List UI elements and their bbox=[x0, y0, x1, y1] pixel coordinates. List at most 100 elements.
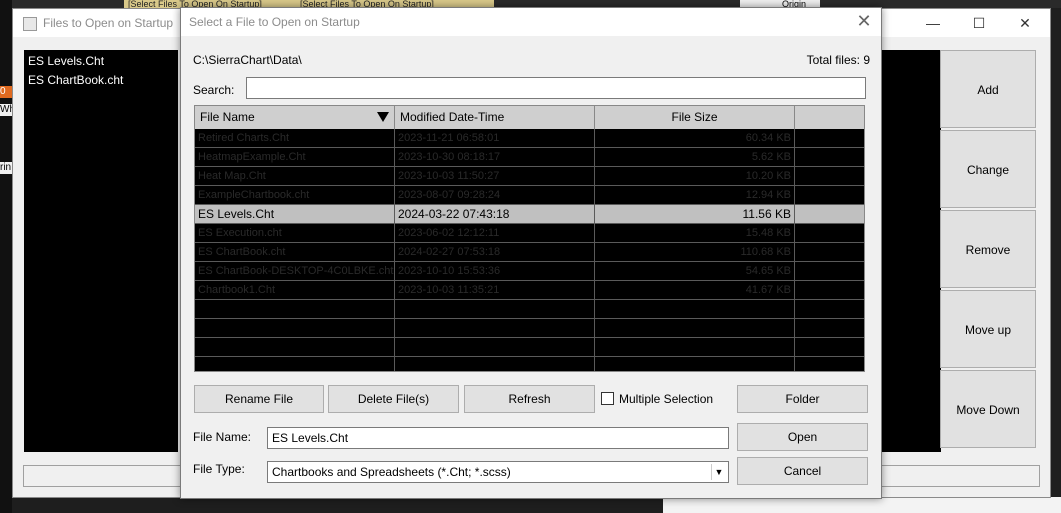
list-item[interactable]: ES ChartBook.cht bbox=[28, 73, 123, 87]
open-button[interactable]: Open bbox=[737, 423, 868, 451]
column-header-size[interactable]: File Size bbox=[595, 106, 795, 129]
app-icon bbox=[23, 17, 37, 31]
file-size-cell: 12.94 KB bbox=[595, 186, 795, 204]
add-button-label: Add bbox=[977, 83, 999, 97]
table-row[interactable]: ES Levels.Cht 2024-03-22 07:43:18 11.56 KB bbox=[195, 205, 864, 224]
multiple-selection-label[interactable]: Multiple Selection bbox=[619, 392, 713, 406]
blank-cell bbox=[795, 205, 864, 223]
file-size-cell: 15.48 KB bbox=[595, 224, 795, 242]
modified-cell: 2023-06-02 12:12:11 bbox=[395, 224, 595, 242]
add-button[interactable]: Add bbox=[940, 50, 1036, 128]
remove-button[interactable]: Remove bbox=[940, 210, 1036, 288]
file-type-value: Chartbooks and Spreadsheets (*.Cht; *.sc… bbox=[272, 465, 511, 479]
file-size-cell bbox=[595, 319, 795, 337]
close-icon[interactable]: ✕ bbox=[1002, 9, 1048, 37]
background-bottom-strip bbox=[663, 497, 1061, 513]
search-label: Search: bbox=[193, 83, 235, 97]
file-name-cell: HeatmapExample.Cht bbox=[195, 148, 395, 166]
move-up-button[interactable]: Move up bbox=[940, 290, 1036, 368]
file-size-cell: 10.20 KB bbox=[595, 167, 795, 185]
refresh-button[interactable]: Refresh bbox=[464, 385, 595, 413]
blank-cell bbox=[795, 262, 864, 280]
blank-cell bbox=[795, 300, 864, 318]
file-size-cell: 5.62 KB bbox=[595, 148, 795, 166]
file-size-cell: 54.65 KB bbox=[595, 262, 795, 280]
blank-cell bbox=[795, 281, 864, 299]
rename-file-button[interactable]: Rename File bbox=[194, 385, 324, 413]
table-row[interactable]: ES Execution.cht 2023-06-02 12:12:11 15.48… bbox=[195, 224, 864, 243]
column-header-modified[interactable]: Modified Date-Time bbox=[395, 106, 595, 129]
blank-cell bbox=[795, 243, 864, 261]
file-name-cell: Heat Map.Cht bbox=[195, 167, 395, 185]
blank-cell bbox=[795, 319, 864, 337]
close-icon[interactable]: ✕ bbox=[855, 12, 873, 30]
file-size-cell: 110.68 KB bbox=[595, 243, 795, 261]
table-row[interactable]: Chartbook1.Cht 2023-10-03 11:35:21 41.67 K… bbox=[195, 281, 864, 300]
file-name-cell: ES Levels.Cht bbox=[195, 205, 395, 223]
table-row[interactable]: ExampleChartbook.cht 2023-08-07 09:28:24 1… bbox=[195, 186, 864, 205]
empty-row bbox=[195, 357, 864, 371]
modified-cell: 2023-11-21 06:58:01 bbox=[395, 129, 595, 147]
sort-descending-icon[interactable] bbox=[377, 112, 389, 122]
background-left-edge bbox=[0, 0, 12, 513]
file-size-cell: 41.67 KB bbox=[595, 281, 795, 299]
table-row[interactable]: Retired Charts.Cht 2023-11-21 06:58:01 60.… bbox=[195, 129, 864, 148]
blank-cell bbox=[795, 129, 864, 147]
empty-row bbox=[195, 319, 864, 338]
modified-cell bbox=[395, 338, 595, 356]
folder-button[interactable]: Folder bbox=[737, 385, 868, 413]
background-left-chip: rin bbox=[0, 162, 12, 174]
cancel-button[interactable]: Cancel bbox=[737, 457, 868, 485]
startup-files-list[interactable]: ES Levels.Cht ES ChartBook.cht bbox=[24, 50, 178, 452]
list-item[interactable]: ES Levels.Cht bbox=[28, 54, 104, 68]
modified-cell: 2023-10-30 08:18:17 bbox=[395, 148, 595, 166]
move-down-button-label: Move Down bbox=[956, 403, 1020, 417]
file-name-cell: ES Execution.cht bbox=[195, 224, 395, 242]
table-row[interactable]: HeatmapExample.Cht 2023-10-30 08:18:17 5.6… bbox=[195, 148, 864, 167]
column-header-file-name[interactable]: File Name bbox=[195, 106, 395, 129]
file-type-label: File Type: bbox=[193, 462, 245, 476]
table-row[interactable]: ES ChartBook.cht 2024-02-27 07:53:18 110.6… bbox=[195, 243, 864, 262]
table-row[interactable]: Heat Map.Cht 2023-10-03 11:50:27 10.20 KB bbox=[195, 167, 864, 186]
file-size-cell: 60.34 KB bbox=[595, 129, 795, 147]
file-name-cell: ES ChartBook.cht bbox=[195, 243, 395, 261]
move-up-button-label: Move up bbox=[964, 323, 1012, 337]
delete-files-button[interactable]: Delete File(s) bbox=[328, 385, 459, 413]
file-name-cell bbox=[195, 300, 395, 318]
grid-header: File Name Modified Date-Time File Size bbox=[195, 106, 864, 129]
file-name-cell bbox=[195, 319, 395, 337]
file-name-cell: Chartbook1.Cht bbox=[195, 281, 395, 299]
file-size-cell bbox=[595, 338, 795, 356]
chevron-down-icon[interactable]: ▼ bbox=[711, 464, 726, 480]
blank-cell bbox=[795, 224, 864, 242]
modified-cell: 2024-02-27 07:53:18 bbox=[395, 243, 595, 261]
search-input[interactable] bbox=[246, 77, 866, 99]
maximize-icon[interactable]: ☐ bbox=[956, 9, 1002, 37]
empty-row bbox=[195, 300, 864, 319]
modified-cell bbox=[395, 319, 595, 337]
move-down-button[interactable]: Move Down bbox=[940, 370, 1036, 448]
blank-cell bbox=[795, 148, 864, 166]
file-name-cell: Retired Charts.Cht bbox=[195, 129, 395, 147]
minimize-icon[interactable]: — bbox=[910, 9, 956, 37]
file-type-select[interactable]: Chartbooks and Spreadsheets (*.Cht; *.sc… bbox=[267, 461, 729, 483]
modified-cell: 2023-10-03 11:35:21 bbox=[395, 281, 595, 299]
modified-cell: 2024-03-22 07:43:18 bbox=[395, 205, 595, 223]
list-area-right bbox=[879, 50, 941, 452]
file-name-input[interactable] bbox=[267, 427, 729, 449]
modified-cell: 2023-10-03 11:50:27 bbox=[395, 167, 595, 185]
file-name-cell bbox=[195, 338, 395, 356]
change-button[interactable]: Change bbox=[940, 130, 1036, 208]
empty-row bbox=[195, 338, 864, 357]
table-row[interactable]: ES ChartBook-DESKTOP-4C0LBKE.cht 2023-10-… bbox=[195, 262, 864, 281]
dialog-title-bar: Select a File to Open on Startup ✕ bbox=[181, 8, 881, 36]
remove-button-label: Remove bbox=[965, 243, 1011, 257]
blank-cell bbox=[795, 186, 864, 204]
total-files-count: Total files: 9 bbox=[806, 53, 870, 67]
file-size-cell: 11.56 KB bbox=[595, 205, 795, 223]
change-button-label: Change bbox=[966, 163, 1010, 177]
file-list-grid[interactable]: File Name Modified Date-Time File Size R… bbox=[194, 105, 865, 372]
multiple-selection-checkbox[interactable] bbox=[601, 392, 614, 405]
parent-window-title: Files to Open on Startup bbox=[43, 16, 174, 30]
modified-cell bbox=[395, 300, 595, 318]
